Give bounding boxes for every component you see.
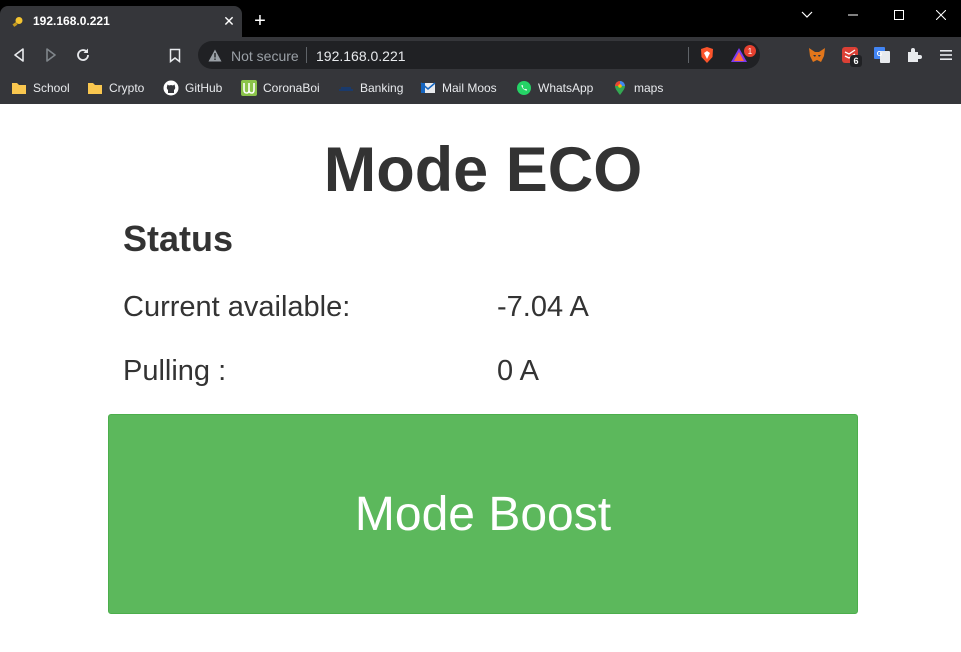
- minimize-button[interactable]: [830, 0, 876, 30]
- chevron-down-icon: [801, 11, 813, 18]
- bookmark-label: Banking: [360, 81, 404, 95]
- folder-icon: [88, 83, 102, 94]
- rewards-badge: 1: [748, 47, 753, 56]
- pulling-value: 0 A: [497, 355, 539, 387]
- bank-icon: [339, 87, 353, 91]
- close-window-button[interactable]: [918, 0, 961, 30]
- bookmark-label: Mail Moos: [442, 81, 497, 95]
- new-tab-button[interactable]: +: [251, 11, 269, 31]
- bookmark-label: School: [33, 81, 70, 95]
- bookmark-github[interactable]: GitHub: [163, 79, 222, 97]
- metamask-icon[interactable]: [808, 46, 826, 64]
- forward-button[interactable]: [41, 45, 61, 65]
- tab-close-icon[interactable]: ✕: [221, 13, 237, 29]
- mail-icon: [420, 82, 436, 93]
- reload-icon: [77, 48, 89, 61]
- omnibox-divider: [688, 47, 689, 63]
- brave-shields-icon[interactable]: [698, 46, 716, 64]
- bookmark-coronaboi[interactable]: CoronaBoi: [241, 79, 320, 97]
- tab-search-button[interactable]: [784, 0, 830, 30]
- bookmark-maps[interactable]: maps: [612, 79, 663, 97]
- todoist-badge: 6: [850, 55, 862, 67]
- current-available-label: Current available:: [123, 291, 351, 323]
- maximize-icon: [894, 10, 904, 20]
- tab-strip: 192.168.0.221 ✕ +: [0, 0, 961, 37]
- bookmark-banking[interactable]: Banking: [338, 79, 403, 97]
- status-heading: Status: [123, 218, 234, 259]
- bookmark-mail-moos[interactable]: Mail Moos: [420, 79, 497, 97]
- back-button[interactable]: [9, 45, 29, 65]
- pulling-label: Pulling :: [123, 355, 227, 387]
- bookmark-label: WhatsApp: [538, 81, 594, 95]
- bookmark-whatsapp[interactable]: WhatsApp: [516, 79, 593, 97]
- browser-toolbar: Not secure 192.168.0.221 1 6 G: [0, 37, 961, 73]
- back-arrow-icon: [14, 48, 24, 62]
- todoist-extension[interactable]: 6: [841, 46, 862, 67]
- bookmark-label: Crypto: [109, 81, 145, 95]
- reload-button[interactable]: [73, 45, 93, 65]
- bookmark-label: maps: [634, 81, 664, 95]
- url-text[interactable]: 192.168.0.221: [316, 48, 406, 64]
- page-title: Mode ECO: [323, 135, 643, 205]
- current-available-value: -7.04 A: [497, 291, 589, 323]
- google-translate-icon[interactable]: G: [873, 46, 891, 64]
- maps-pin-icon: [615, 81, 625, 95]
- github-icon: [163, 80, 179, 96]
- lightbulb-icon: [12, 17, 23, 27]
- page-content: Mode ECO Status Current available: -7.04…: [0, 104, 961, 652]
- close-icon: [936, 10, 946, 20]
- folder-icon: [12, 83, 26, 94]
- bookmark-label: GitHub: [185, 81, 223, 95]
- bookmark-label: CoronaBoi: [263, 81, 320, 95]
- bookmark-crypto[interactable]: Crypto: [87, 79, 144, 97]
- forward-arrow-icon: [46, 48, 56, 62]
- bookmarks-bar: School Crypto GitHub CoronaBoi Banking M…: [0, 73, 961, 104]
- security-status[interactable]: Not secure: [231, 48, 299, 64]
- whatsapp-icon: [517, 81, 531, 95]
- tab-title: 192.168.0.221: [33, 14, 110, 28]
- svg-text:G: G: [877, 51, 883, 58]
- minimize-icon: [848, 14, 858, 16]
- bookmark-school[interactable]: School: [11, 79, 70, 97]
- warning-icon: [208, 49, 222, 62]
- browser-tab[interactable]: 192.168.0.221 ✕: [0, 6, 242, 37]
- mode-boost-button[interactable]: Mode Boost: [108, 414, 858, 614]
- coronaboi-icon: [241, 80, 257, 96]
- omnibox-divider: [306, 47, 307, 63]
- extensions-puzzle-icon[interactable]: [905, 46, 923, 64]
- bookmark-button[interactable]: [165, 45, 185, 65]
- menu-icon[interactable]: [937, 46, 955, 64]
- brave-rewards-icon[interactable]: 1: [730, 45, 758, 65]
- bookmark-icon: [169, 48, 181, 63]
- address-bar[interactable]: Not secure 192.168.0.221 1: [198, 41, 760, 69]
- maximize-button[interactable]: [876, 0, 922, 30]
